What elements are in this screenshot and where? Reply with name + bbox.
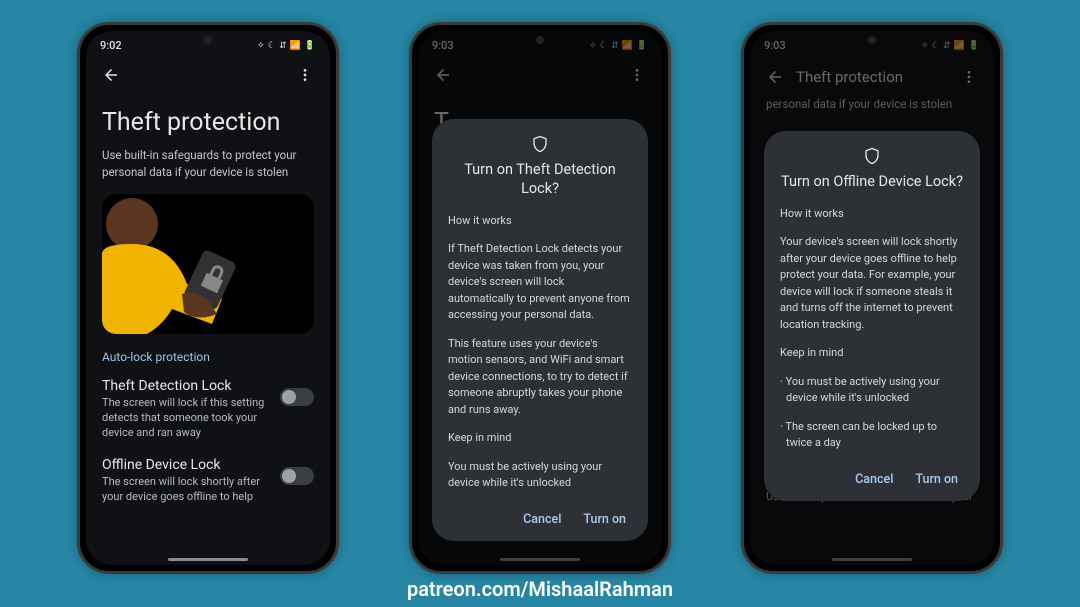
cancel-button[interactable]: Cancel	[855, 472, 893, 487]
dialog-actions: Cancel Turn on	[448, 504, 632, 531]
dialog-text: You must be actively using your device w…	[448, 459, 632, 492]
dialog-bullet: · You must be actively using your device…	[780, 374, 964, 407]
phone-frame: 9:03 ✧ ☾ ⇵ 📶 🔋 Theft protection personal…	[741, 22, 1003, 574]
phone-frame: 9:03 ✧ ☾ ⇵ 📶 🔋 T T	[409, 22, 671, 574]
dialog-bullet: · The screen can be locked up to twice a…	[780, 419, 964, 452]
dialog-theft-detection: Turn on Theft Detection Lock? How it wor…	[432, 119, 648, 541]
setting-title: Theft Detection Lock	[102, 378, 270, 394]
status-icons: ✧ ☾ ⇵ 📶 🔋	[257, 41, 316, 51]
dialog-body: How it works If Theft Detection Lock det…	[448, 213, 632, 492]
dialog-heading: How it works	[448, 213, 632, 230]
dialog-title: Turn on Theft Detection Lock?	[448, 161, 632, 199]
dialog-actions: Cancel Turn on	[780, 464, 964, 491]
clock-label: 9:02	[100, 39, 122, 52]
page-subtitle: Use built-in safeguards to protect your …	[86, 147, 330, 190]
setting-title: Offline Device Lock	[102, 457, 270, 473]
status-bar: 9:02 ✧ ☾ ⇵ 📶 🔋	[86, 31, 330, 56]
hero-illustration	[102, 194, 314, 334]
dialog-offline-device-lock: Turn on Offline Device Lock? How it work…	[764, 131, 980, 501]
credit-label: patreon.com/MishaalRahman	[0, 577, 1080, 601]
dialog-text: If Theft Detection Lock detects your dev…	[448, 241, 632, 324]
section-header: Auto-lock protection	[86, 344, 330, 372]
phone-screen: 9:03 ✧ ☾ ⇵ 📶 🔋 T T	[418, 31, 662, 565]
setting-theft-detection-lock[interactable]: Theft Detection Lock The screen will loc…	[86, 372, 330, 451]
toggle-switch[interactable]	[280, 467, 314, 485]
phone-screen: 9:03 ✧ ☾ ⇵ 📶 🔋 Theft protection personal…	[750, 31, 994, 565]
phone-screen: 9:02 ✧ ☾ ⇵ 📶 🔋 Theft protection Use buil…	[86, 31, 330, 565]
turn-on-button[interactable]: Turn on	[915, 472, 958, 487]
shield-icon	[780, 147, 964, 165]
shield-icon	[448, 135, 632, 153]
app-bar	[86, 56, 330, 90]
dialog-heading: How it works	[780, 206, 964, 223]
setting-description: The screen will lock if this setting det…	[102, 396, 270, 441]
nav-indicator	[168, 558, 248, 561]
back-icon[interactable]	[100, 64, 122, 86]
dialog-title: Turn on Offline Device Lock?	[780, 173, 964, 192]
toggle-switch[interactable]	[280, 388, 314, 406]
dialog-body: How it works Your device's screen will l…	[780, 206, 964, 452]
overflow-menu-icon[interactable]	[294, 64, 316, 86]
dialog-heading: Keep in mind	[448, 430, 632, 447]
phone-frame: 9:02 ✧ ☾ ⇵ 📶 🔋 Theft protection Use buil…	[77, 22, 339, 574]
dialog-text: This feature uses your device's motion s…	[448, 336, 632, 419]
cancel-button[interactable]: Cancel	[523, 512, 561, 527]
setting-description: The screen will lock shortly after your …	[102, 475, 270, 505]
page-title: Theft protection	[86, 90, 330, 147]
turn-on-button[interactable]: Turn on	[583, 512, 626, 527]
setting-offline-device-lock[interactable]: Offline Device Lock The screen will lock…	[86, 451, 330, 515]
dialog-heading: Keep in mind	[780, 345, 964, 362]
dialog-text: Your device's screen will lock shortly a…	[780, 234, 964, 333]
